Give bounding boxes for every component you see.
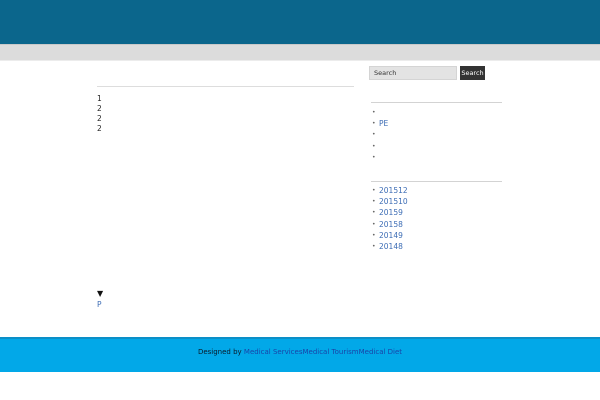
site-footer: Designed by Medical ServicesMedical Tour…: [0, 337, 600, 372]
archive-link[interactable]: 201512: [379, 186, 408, 195]
list-item[interactable]: • 20159: [372, 207, 408, 218]
bullet-icon: •: [372, 142, 376, 150]
archive-link[interactable]: 201510: [379, 197, 408, 206]
archive-link[interactable]: 20159: [379, 208, 403, 217]
bullet-icon: •: [372, 109, 376, 116]
triangle-down-icon[interactable]: ▼: [97, 289, 103, 299]
list-item[interactable]: • 201512: [372, 185, 408, 196]
bullet-icon: •: [372, 209, 376, 217]
archive-link[interactable]: 20149: [379, 231, 403, 240]
list-item[interactable]: • 20149: [372, 230, 408, 241]
recent-posts-list: • • PE • • •: [372, 107, 388, 163]
post-link[interactable]: P: [97, 300, 102, 310]
list-item[interactable]: •: [372, 107, 388, 118]
list-item: 2: [97, 114, 102, 123]
search-input[interactable]: [369, 66, 457, 80]
number-list: 1 2 2 2: [97, 94, 102, 134]
bullet-icon: •: [372, 131, 376, 139]
footer-credit: Designed by: [197, 348, 244, 356]
footer-link-medical-tourism[interactable]: Medical Tourism: [302, 348, 358, 356]
list-item: 2: [97, 104, 102, 113]
search-button[interactable]: Search: [460, 66, 485, 80]
bullet-icon: •: [372, 153, 376, 161]
sidebar-divider: [371, 181, 502, 182]
list-item[interactable]: •: [372, 141, 388, 152]
list-item[interactable]: • 201510: [372, 196, 408, 207]
list-item: 2: [97, 124, 102, 133]
footer-link-medical-diet[interactable]: Medical Diet: [359, 348, 402, 356]
list-item: 1: [97, 94, 102, 103]
sidebar-divider: [371, 102, 502, 103]
site-header: [0, 0, 600, 44]
bullet-icon: •: [372, 242, 376, 250]
sidebar: Search • •PE • • • •201512 •201510 •2015…: [369, 62, 503, 332]
footer-link-medical-services[interactable]: Medical Services: [244, 348, 303, 356]
bullet-icon: •: [372, 220, 376, 228]
main-content: 1 2 2 2 ▼ P: [97, 62, 354, 332]
list-item[interactable]: • 20148: [372, 241, 408, 252]
navigation-bar: [0, 44, 600, 61]
content-divider: [97, 86, 354, 87]
archive-link[interactable]: 20158: [379, 220, 403, 229]
list-item[interactable]: • 20158: [372, 219, 408, 230]
bullet-icon: •: [372, 187, 376, 194]
list-item[interactable]: •: [372, 129, 388, 140]
list-item[interactable]: •: [372, 152, 388, 163]
bullet-icon: •: [372, 120, 376, 128]
bullet-icon: •: [372, 231, 376, 239]
archive-list: • 201512 • 201510 • 20159 • 20158 • 20149 • 20…: [372, 185, 408, 252]
archive-link[interactable]: 20148: [379, 242, 403, 251]
recent-post-link[interactable]: PE: [379, 119, 388, 128]
list-item[interactable]: • PE: [372, 118, 388, 129]
bullet-icon: •: [372, 198, 376, 206]
